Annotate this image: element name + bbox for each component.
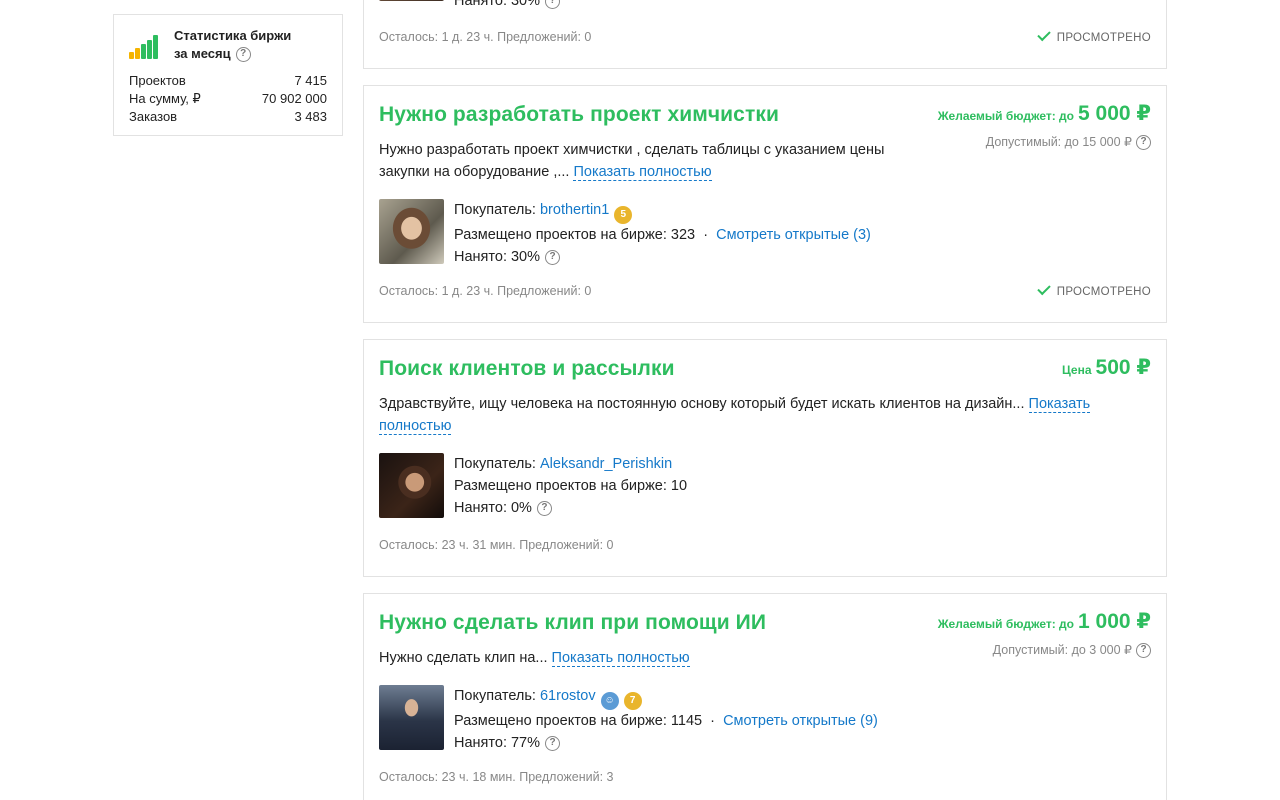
project-description: Здравствуйте, ищу человека на постоянную… xyxy=(379,396,1091,435)
buyer-name-link[interactable]: Aleksandr_Perishkin xyxy=(540,456,672,472)
help-icon[interactable]: ? xyxy=(536,500,552,516)
rating-badge-icon: 7 xyxy=(623,692,642,710)
allowed-budget: Допустимый: до 15 000 ₽? xyxy=(986,134,1151,151)
project-card: Нанято: 30%? Осталось: 1 д. 23 ч. Предло… xyxy=(363,0,1167,69)
buyer-avatar[interactable] xyxy=(379,0,444,1)
help-icon[interactable]: ? xyxy=(545,0,561,9)
buyer-avatar[interactable] xyxy=(379,199,444,264)
help-icon[interactable]: ? xyxy=(1136,643,1151,659)
project-meta: Осталось: 1 д. 23 ч. Предложений: 0 xyxy=(379,284,592,298)
help-icon[interactable]: ? xyxy=(235,47,251,63)
bar-chart-icon xyxy=(129,35,161,59)
help-icon[interactable]: ? xyxy=(545,249,561,265)
project-description: Нужно сделать клип на... Показать полнос… xyxy=(379,650,690,667)
open-projects-link[interactable]: Смотреть открытые (9) xyxy=(723,713,878,729)
buyer-name-link[interactable]: brothertin1 xyxy=(540,202,609,218)
project-meta: Осталось: 23 ч. 31 мин. Предложений: 0 xyxy=(379,538,614,552)
show-full-link[interactable]: Показать полностью xyxy=(573,164,712,181)
project-title[interactable]: Поиск клиентов и рассылки xyxy=(379,357,675,381)
open-projects-link[interactable]: Смотреть открытые (3) xyxy=(716,227,871,243)
stats-title: Статистика биржи за месяц? xyxy=(174,28,292,63)
group-badge-icon: ☺ xyxy=(600,692,619,710)
buyer-avatar[interactable] xyxy=(379,685,444,750)
project-card: Поиск клиентов и рассылки Цена 500 ₽ Здра… xyxy=(363,339,1167,577)
project-meta: Осталось: 23 ч. 18 мин. Предложений: 3 xyxy=(379,770,614,784)
help-icon[interactable]: ? xyxy=(1136,135,1151,151)
exchange-stats-widget: Статистика биржи за месяц? Проектов 7 415… xyxy=(113,14,343,136)
buyer-name-link[interactable]: 61rostov xyxy=(540,688,596,704)
project-description: Нужно разработать проект химчистки , сде… xyxy=(379,142,885,181)
show-full-link[interactable]: Показать полностью xyxy=(551,650,690,667)
check-icon xyxy=(1037,27,1051,42)
viewed-status: ПРОСМОТРЕНО xyxy=(1037,27,1151,44)
buyer-info: Покупатель: brothertin1 5 Размещено проек… xyxy=(454,202,871,265)
buyer-hired: Нанято: 30%? xyxy=(454,0,561,12)
buyer-avatar[interactable] xyxy=(379,453,444,518)
buyer-info: Покупатель: Aleksandr_Perishkin Размещен… xyxy=(454,456,688,516)
rating-badge-icon: 5 xyxy=(614,206,633,224)
project-card: Нужно сделать клип при помощи ИИ Желаемы… xyxy=(363,593,1167,800)
stats-row-sum: На сумму, ₽70 902 000 xyxy=(129,91,327,106)
project-price: Цена 500 ₽ xyxy=(1062,356,1151,379)
project-budget: Желаемый бюджет: до 1 000 ₽ xyxy=(937,610,1151,633)
help-icon[interactable]: ? xyxy=(545,735,561,751)
project-meta: Осталось: 1 д. 23 ч. Предложений: 0 xyxy=(379,30,592,44)
stats-row-projects: Проектов 7 415 xyxy=(129,73,327,88)
viewed-status: ПРОСМОТРЕНО xyxy=(1037,281,1151,298)
project-title[interactable]: Нужно разработать проект химчистки xyxy=(379,103,779,127)
project-title[interactable]: Нужно сделать клип при помощи ИИ xyxy=(379,611,766,635)
project-card: Нужно разработать проект химчистки Желае… xyxy=(363,85,1167,323)
buyer-info: Покупатель: 61rostov ☺ 7 Размещено проекто… xyxy=(454,688,878,751)
stats-row-orders: Заказов 3 483 xyxy=(129,109,327,124)
check-icon xyxy=(1037,281,1051,296)
project-budget: Желаемый бюджет: до 5 000 ₽ xyxy=(937,102,1151,125)
